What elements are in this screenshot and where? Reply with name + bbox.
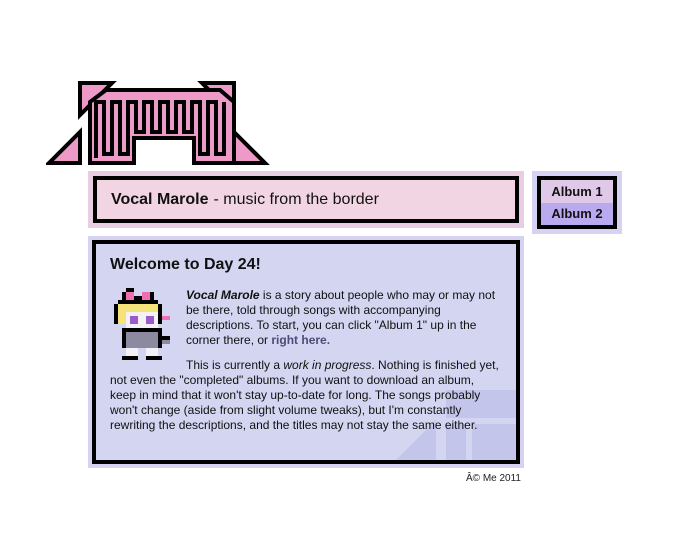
album-nav: Album 1 Album 2	[537, 176, 617, 229]
welcome-panel: Welcome to Day 24! Vocal Marole is a sto…	[88, 236, 524, 468]
intro-paragraph: Vocal Marole is a story about people who…	[110, 288, 502, 348]
welcome-heading: Welcome to Day 24!	[110, 256, 261, 273]
story-title: Vocal Marole	[186, 288, 260, 302]
copyright-footer: Â© Me 2011	[466, 473, 521, 484]
welcome-box: Welcome to Day 24! Vocal Marole is a sto…	[92, 240, 520, 464]
site-name: Vocal Marole	[111, 190, 209, 208]
site-tagline: - music from the border	[213, 190, 379, 208]
work-in-progress-text: work in progress	[283, 358, 372, 372]
status-paragraph: This is currently a work in progress. No…	[110, 358, 502, 433]
site-title-panel: Vocal Marole - music from the border	[88, 171, 524, 228]
start-here-link[interactable]: right here.	[271, 333, 330, 347]
album-2-link[interactable]: Album 2	[541, 202, 613, 225]
site-title-box: Vocal Marole - music from the border	[93, 176, 519, 223]
album-1-link[interactable]: Album 1	[541, 180, 613, 203]
pixel-crown-logo-icon	[46, 81, 270, 165]
album-nav-panel: Album 1 Album 2	[532, 171, 622, 234]
status-text-a: This is currently a	[186, 358, 284, 372]
